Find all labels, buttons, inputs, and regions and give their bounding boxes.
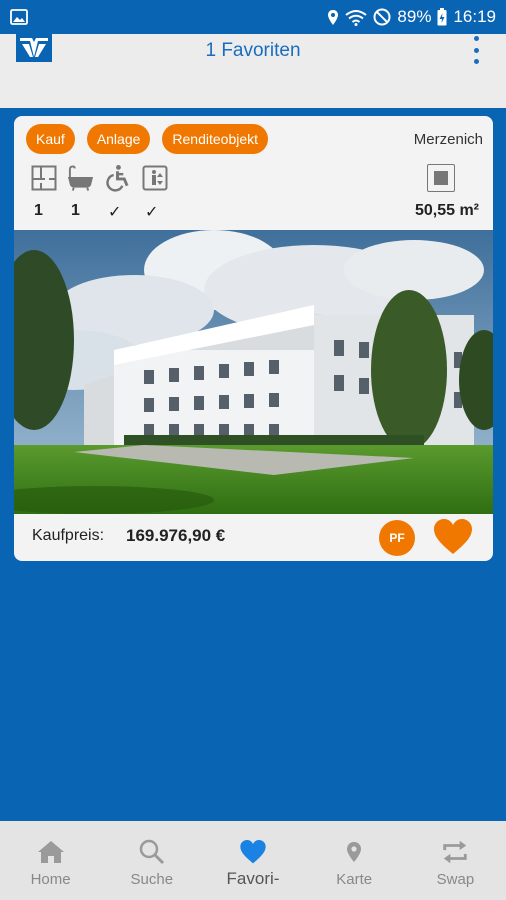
- elevator-icon: [141, 164, 168, 191]
- accessible-value: ✓: [108, 204, 122, 221]
- location-icon: [328, 9, 339, 25]
- wifi-icon: [345, 9, 368, 26]
- location-label: Merzenich: [413, 131, 483, 148]
- nav-home-label: Home: [30, 871, 71, 888]
- menu-dot: [473, 59, 479, 64]
- do-not-disturb-icon: [373, 8, 391, 26]
- heart-icon: [239, 838, 267, 866]
- heart-icon: [434, 519, 472, 554]
- area-icon: [427, 164, 455, 192]
- nav-favorites-label: Favori-: [226, 869, 280, 888]
- page-title: 1 Favoriten: [205, 40, 301, 61]
- gallery-icon: [10, 9, 28, 25]
- battery-percent: 89%: [397, 7, 432, 26]
- property-photo[interactable]: [14, 230, 493, 514]
- area-value: 50,55 m²: [414, 202, 479, 219]
- clock: 16:19: [453, 7, 496, 26]
- nav-map[interactable]: Karte: [304, 821, 405, 900]
- map-pin-icon: [340, 838, 368, 866]
- favorite-heart-button[interactable]: [433, 518, 473, 556]
- floorplan-icon: [30, 164, 57, 191]
- listing-card[interactable]: Kauf Anlage Renditeobjekt Merzenich 1 1 …: [14, 116, 493, 561]
- nav-map-label: Karte: [336, 871, 373, 888]
- search-icon: [138, 838, 166, 866]
- tag-renditeobjekt: Renditeobjekt: [162, 124, 269, 154]
- nav-swap-label: Swap: [436, 871, 475, 888]
- overflow-menu-button[interactable]: [468, 36, 484, 64]
- tag-list: Kauf Anlage Renditeobjekt: [26, 124, 269, 154]
- nav-home[interactable]: Home: [0, 821, 101, 900]
- elevator-value: ✓: [145, 204, 159, 221]
- tag-anlage: Anlage: [86, 124, 151, 154]
- feature-icons: [30, 164, 168, 192]
- price-label: Kaufpreis:: [32, 527, 105, 544]
- feature-values: 1 1 ✓ ✓: [34, 202, 182, 222]
- bathrooms-value: 1: [71, 202, 80, 219]
- nav-swap[interactable]: Swap: [405, 821, 506, 900]
- battery-icon: [437, 8, 447, 26]
- tag-kauf: Kauf: [26, 124, 75, 154]
- price-value: 169.976,90 €: [126, 526, 226, 545]
- nav-favorites[interactable]: Favori-: [202, 821, 303, 900]
- rooms-value: 1: [34, 202, 43, 219]
- menu-dot: [473, 36, 479, 41]
- nav-search[interactable]: Suche: [101, 821, 202, 900]
- pf-button[interactable]: PF: [379, 520, 415, 556]
- bottom-navigation: Home Suche Favori- Karte Swap: [0, 821, 506, 900]
- nav-search-label: Suche: [130, 871, 174, 888]
- status-bar: 89% 16:19: [0, 0, 506, 34]
- bathtub-icon: [67, 164, 94, 191]
- home-icon: [37, 838, 65, 866]
- swap-icon: [441, 838, 469, 866]
- menu-dot: [473, 47, 479, 53]
- wheelchair-icon: [104, 164, 131, 192]
- price-row: Kaufpreis: 169.976,90 € PF: [14, 514, 493, 561]
